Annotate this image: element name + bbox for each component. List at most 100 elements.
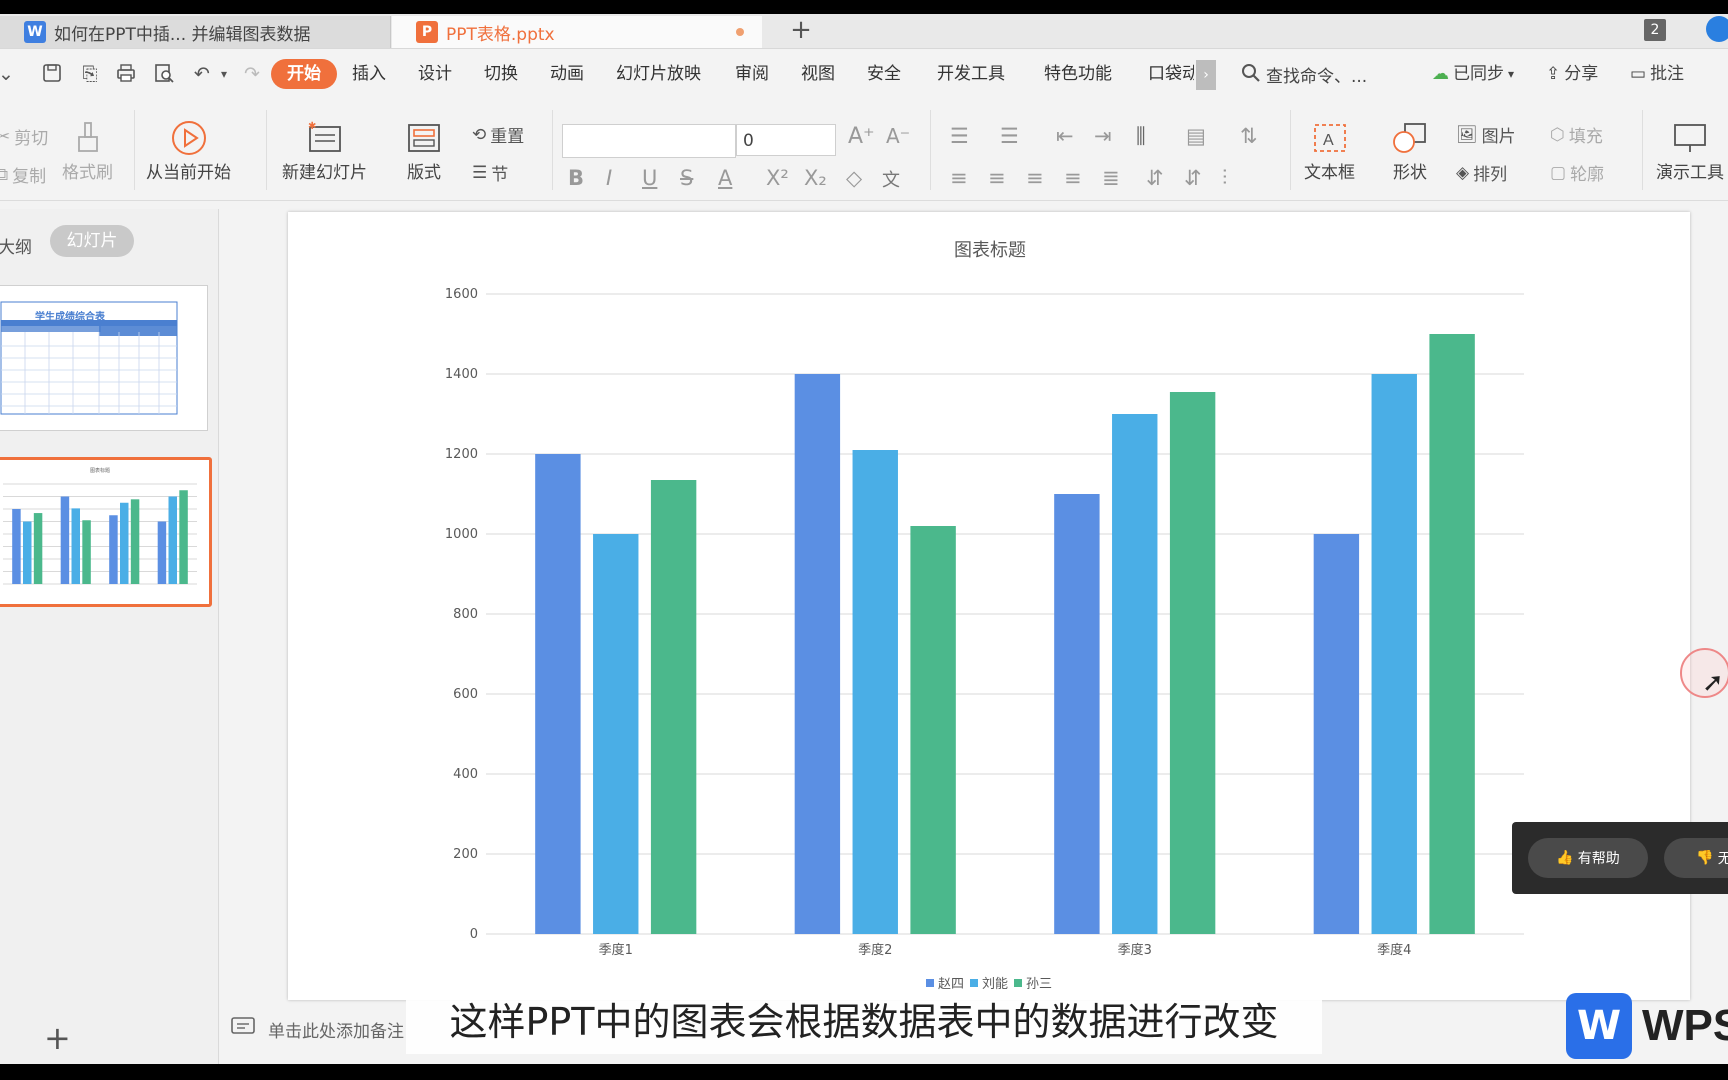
new-slide-button[interactable]: ✱ 新建幻灯片 (282, 118, 367, 183)
tab-transitions[interactable]: 切换 (484, 62, 518, 86)
tab-outline[interactable]: 大纲 (0, 233, 32, 258)
clear-format-icon[interactable]: ◇ (846, 166, 862, 190)
layers-icon: ◈ (1456, 162, 1470, 183)
chevron-down-icon[interactable]: ⌄ (0, 62, 18, 86)
decrease-indent-icon[interactable]: ⇤ (1056, 124, 1074, 148)
helpful-button[interactable]: 👍 有帮助 (1528, 838, 1648, 878)
phonetic-icon[interactable]: 文 (882, 166, 900, 192)
cut-button[interactable]: ✂ 剪切 (0, 124, 48, 150)
thumbs-up-icon: 👍 (1556, 850, 1574, 866)
textbox-button[interactable]: A 文本框 (1304, 118, 1355, 183)
bar-chart[interactable]: 图表标题 0 200 400 600 800 1000 1200 1400 1600 季度1 季度… (288, 212, 1690, 1000)
outline-icon: ▢ (1550, 162, 1567, 183)
align-text-icon[interactable]: ▤ (1186, 124, 1206, 148)
chart-title[interactable]: 图表标题 (954, 240, 1026, 261)
reset-button[interactable]: ⟲ 重置 (472, 122, 524, 148)
strikethrough-icon[interactable]: S (680, 166, 693, 190)
copy-icon: ⧉ (0, 164, 9, 185)
bullet-list-icon[interactable]: ☰ (950, 124, 969, 148)
bold-icon[interactable]: B (568, 166, 584, 190)
numbered-list-icon[interactable]: ☰ (1000, 124, 1019, 148)
play-from-current-label: 从当前开始 (146, 163, 231, 183)
redo-icon[interactable]: ↷ (240, 62, 264, 86)
font-color-icon[interactable]: A (718, 166, 732, 190)
slide-thumbnail-2[interactable]: 图表标题 (0, 457, 212, 607)
search-placeholder: 查找命令、... (1266, 66, 1368, 87)
increase-indent-icon[interactable]: ⇥ (1094, 124, 1112, 148)
align-right-icon[interactable]: ≡ (1026, 166, 1044, 190)
slide-thumbnail-1[interactable]: 学生成绩综合表 (0, 285, 208, 431)
shape-button[interactable]: 形状 (1390, 118, 1430, 183)
not-helpful-button[interactable]: 👎 无 (1664, 838, 1728, 878)
layout-button[interactable]: 版式 (404, 118, 444, 183)
search-icon (1240, 62, 1262, 91)
new-tab-button[interactable]: + (786, 14, 816, 48)
arrange-button[interactable]: ◈ 排列 (1456, 160, 1507, 186)
comment-button[interactable]: ▭ 批注 (1630, 62, 1684, 86)
tab-slides[interactable]: 幻灯片 (50, 225, 134, 257)
avatar[interactable] (1706, 16, 1728, 42)
chevron-right-icon[interactable]: › (1196, 60, 1216, 90)
tab-insert[interactable]: 插入 (352, 62, 386, 86)
tab-slideshow[interactable]: 幻灯片放映 (616, 62, 701, 86)
play-from-current-button[interactable]: 从当前开始 (146, 118, 231, 183)
shrink-font-icon[interactable]: A⁻ (886, 124, 910, 148)
distribute-icon[interactable]: ≣ (1102, 166, 1120, 190)
export-icon[interactable]: ⎘ (78, 62, 102, 86)
slide-canvas[interactable]: 图表标题 0 200 400 600 800 1000 1200 1400 1600 季度1 季度… (288, 212, 1690, 1000)
copy-button[interactable]: ⧉ 复制 (0, 162, 46, 188)
bar (1429, 334, 1475, 934)
y-tick-label: 1000 (445, 527, 478, 542)
sync-status[interactable]: ☁ 已同步 ▾ (1432, 62, 1514, 86)
columns-icon[interactable]: ⫶ (1222, 166, 1227, 191)
italic-icon[interactable]: I (606, 166, 612, 190)
grow-font-icon[interactable]: A⁺ (848, 124, 875, 149)
paragraph-spacing-icon[interactable]: ⇵ (1146, 166, 1164, 190)
new-slide-label: 新建幻灯片 (282, 163, 367, 183)
tab-animations[interactable]: 动画 (550, 62, 584, 86)
wps-brand: WPS (1642, 1001, 1728, 1050)
text-direction-icon[interactable]: ⫼ (1136, 124, 1146, 149)
window-count-badge[interactable]: 2 (1644, 19, 1666, 41)
superscript-icon[interactable]: X² (766, 166, 789, 190)
add-slide-button[interactable]: + (44, 1019, 71, 1057)
y-tick-label: 0 (470, 927, 478, 942)
column-spacing-icon[interactable]: ⇵ (1184, 166, 1202, 190)
align-center-icon[interactable]: ≡ (988, 166, 1006, 190)
tab-security[interactable]: 安全 (867, 62, 901, 86)
justify-icon[interactable]: ≡ (1064, 166, 1082, 190)
share-button[interactable]: ⇪ 分享 (1546, 62, 1598, 86)
fill-bucket-icon: ⬡ (1550, 124, 1565, 145)
tab-home[interactable]: 开始 (271, 59, 337, 89)
format-painter-label: 格式刷 (62, 163, 113, 183)
undo-dropdown-icon[interactable]: ▾ (212, 62, 236, 86)
fill-button[interactable]: ⬡ 填充 (1550, 122, 1603, 148)
tab-special-features[interactable]: 特色功能 (1044, 62, 1112, 86)
line-spacing-icon[interactable]: ⇅ (1240, 124, 1258, 148)
tab-developer[interactable]: 开发工具 (937, 62, 1005, 86)
underline-icon[interactable]: U (642, 166, 657, 190)
tab-pocket[interactable]: 口袋动 (1148, 62, 1194, 86)
presentation-tools-button[interactable]: 演示工具 (1656, 118, 1724, 183)
not-helpful-label: 无 (1717, 851, 1728, 867)
notes-area[interactable]: 单击此处添加备注 (230, 1016, 404, 1043)
format-painter-button[interactable]: 格式刷 (62, 118, 113, 183)
outline-button[interactable]: ▢ 轮廓 (1550, 160, 1604, 186)
tab-design[interactable]: 设计 (418, 62, 452, 86)
print-icon[interactable] (114, 62, 138, 86)
save-icon[interactable] (40, 62, 64, 86)
font-family-select[interactable] (562, 124, 736, 158)
tab-review[interactable]: 审阅 (735, 62, 769, 86)
bar (593, 534, 639, 934)
align-left-icon[interactable]: ≡ (950, 166, 968, 190)
section-button[interactable]: ☰ 节 (472, 160, 508, 186)
font-size-select[interactable]: 0 (736, 124, 836, 156)
search-command[interactable]: 查找命令、... (1240, 62, 1367, 91)
tab-ppt-doc[interactable]: P PPT表格.pptx (392, 16, 762, 48)
subscript-icon[interactable]: X₂ (804, 166, 827, 190)
print-preview-icon[interactable] (152, 62, 176, 86)
tab-view[interactable]: 视图 (801, 62, 835, 86)
tab-word-doc[interactable]: W 如何在PPT中插... 并编辑图表数据 (0, 16, 391, 48)
picture-button[interactable]: 🖼 图片 (1456, 122, 1516, 148)
undo-icon[interactable]: ↶ (190, 62, 214, 86)
